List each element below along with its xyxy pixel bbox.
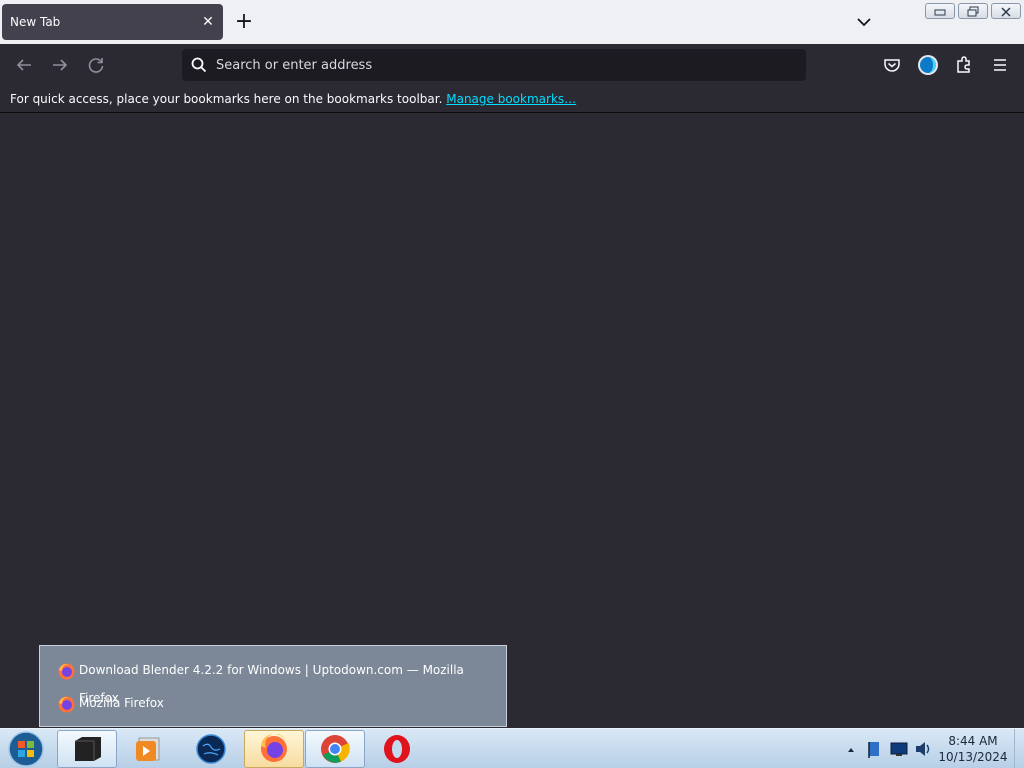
minimize-button[interactable] bbox=[925, 3, 955, 19]
back-icon[interactable] bbox=[12, 53, 36, 77]
firefox-icon bbox=[58, 662, 75, 680]
tab-new-tab[interactable]: New Tab ✕ bbox=[2, 4, 223, 40]
window-list-item-label: Mozilla Firefox bbox=[79, 696, 164, 710]
account-icon[interactable] bbox=[916, 53, 940, 77]
address-bar[interactable] bbox=[182, 49, 806, 81]
reload-icon[interactable] bbox=[84, 53, 108, 77]
show-hidden-icons-icon[interactable] bbox=[846, 729, 856, 768]
tab-title: New Tab bbox=[10, 15, 61, 29]
start-orb-icon[interactable] bbox=[6, 731, 46, 767]
restore-button[interactable] bbox=[958, 3, 988, 19]
chrome-icon[interactable] bbox=[305, 730, 365, 768]
extensions-icon[interactable] bbox=[952, 53, 976, 77]
menu-icon[interactable] bbox=[988, 53, 1012, 77]
monitor-icon[interactable] bbox=[890, 729, 908, 768]
navigation-toolbar bbox=[0, 44, 1024, 86]
window-list-item[interactable]: Download Blender 4.2.2 for Windows | Upt… bbox=[40, 656, 506, 705]
bookmarks-empty-message: For quick access, place your bookmarks h… bbox=[10, 92, 443, 106]
pocket-icon[interactable] bbox=[880, 53, 904, 77]
terminal-icon[interactable] bbox=[57, 730, 117, 768]
globe-icon[interactable] bbox=[181, 730, 241, 768]
bookmarks-toolbar: For quick access, place your bookmarks h… bbox=[0, 86, 1024, 113]
network-flag-icon[interactable] bbox=[866, 729, 884, 768]
opera-icon[interactable] bbox=[367, 730, 427, 768]
list-all-tabs-icon[interactable] bbox=[852, 8, 876, 36]
tab-strip: New Tab ✕ + bbox=[0, 0, 1024, 44]
speaker-icon[interactable] bbox=[914, 729, 932, 768]
taskbar-window-list: Download Blender 4.2.2 for Windows | Upt… bbox=[39, 645, 507, 727]
system-clock[interactable]: 8:44 AM 10/13/2024 bbox=[938, 733, 1008, 765]
tab-close-icon[interactable]: ✕ bbox=[201, 4, 215, 40]
clock-time: 8:44 AM bbox=[948, 734, 998, 748]
new-tab-button[interactable]: + bbox=[232, 8, 256, 36]
media-player-icon[interactable] bbox=[118, 730, 178, 768]
page-content bbox=[0, 113, 1024, 728]
forward-icon[interactable] bbox=[48, 53, 72, 77]
taskbar: 8:44 AM 10/13/2024 bbox=[0, 728, 1024, 768]
search-input[interactable] bbox=[216, 49, 796, 81]
firefox-icon[interactable] bbox=[244, 730, 304, 768]
close-window-button[interactable] bbox=[991, 3, 1021, 19]
search-icon bbox=[190, 56, 208, 74]
clock-date: 10/13/2024 bbox=[938, 750, 1008, 764]
firefox-icon bbox=[58, 695, 75, 713]
window-list-item[interactable]: Mozilla Firefox bbox=[40, 689, 506, 717]
manage-bookmarks-link[interactable]: Manage bookmarks… bbox=[446, 92, 576, 106]
show-desktop-button[interactable] bbox=[1014, 729, 1024, 768]
